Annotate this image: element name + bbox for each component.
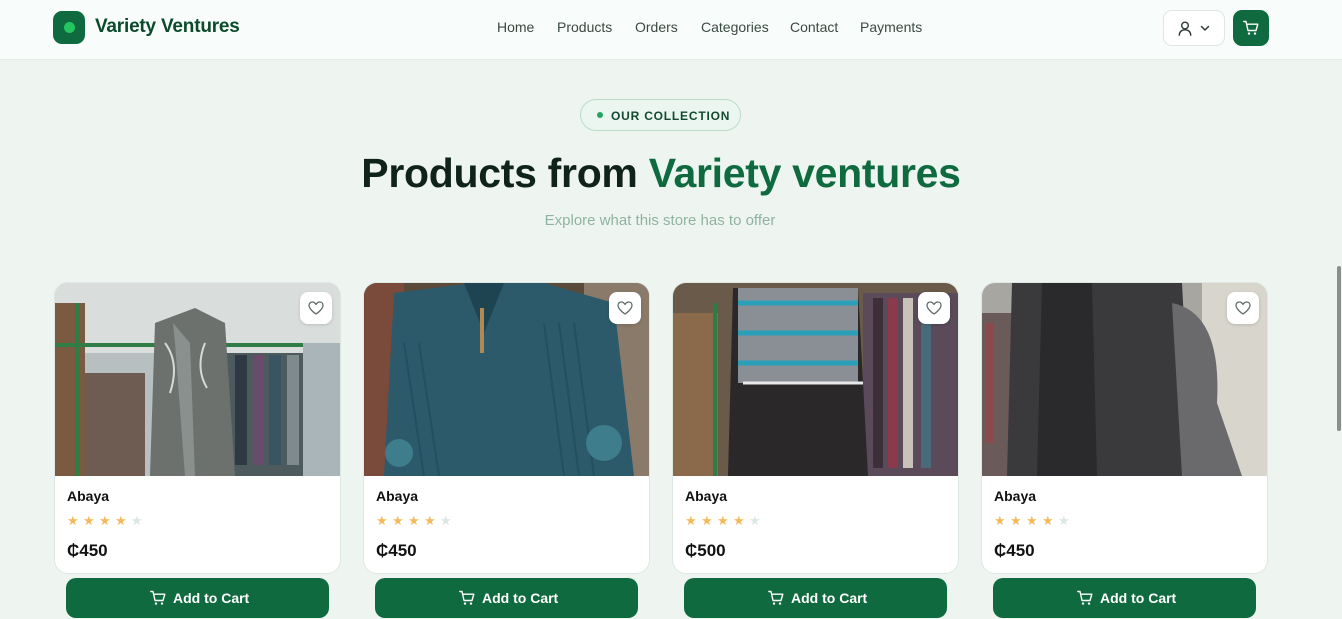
star-icon: ★ [392,513,404,528]
product-price: ₵450 [376,541,417,560]
add-to-cart-button[interactable]: Add to Cart [684,578,947,618]
page-subtitle: Explore what this store has to offer [544,212,776,229]
star-icon: ★ [1042,513,1054,528]
chevron-down-icon [1200,25,1210,31]
favorite-button[interactable] [300,292,332,324]
product-name[interactable]: Abaya [67,488,109,504]
cart-icon [150,590,166,605]
star-icon: ★ [701,513,713,528]
add-to-cart-label: Add to Cart [1100,590,1177,606]
user-icon [1178,21,1192,36]
star-icon: ★ [131,513,143,528]
product-price: ₵450 [67,541,108,560]
nav-orders[interactable]: Orders [635,19,678,35]
collection-badge: OUR COLLECTION [580,99,741,131]
add-to-cart-button[interactable]: Add to Cart [993,578,1256,618]
cart-icon [459,590,475,605]
product-image[interactable] [673,283,958,476]
product-card[interactable]: Abaya ★ ★ ★ ★ ★ ₵450 [363,282,650,574]
star-icon: ★ [1010,513,1022,528]
star-icon: ★ [408,513,420,528]
add-to-cart-label: Add to Cart [173,590,250,606]
add-to-cart-button[interactable]: Add to Cart [375,578,638,618]
nav-products[interactable]: Products [557,19,612,35]
cart-button[interactable] [1233,10,1269,46]
page-title: Products from Variety ventures [0,150,1322,197]
nav-payments[interactable]: Payments [860,19,922,35]
star-icon: ★ [115,513,127,528]
page-scrollbar[interactable] [1336,60,1342,619]
star-icon: ★ [83,513,95,528]
heart-icon [1235,301,1251,315]
product-image[interactable] [982,283,1267,476]
product-card[interactable]: Abaya ★ ★ ★ ★ ★ ₵450 [981,282,1268,574]
product-card[interactable]: Abaya ★ ★ ★ ★ ★ ₵500 [672,282,959,574]
star-icon: ★ [376,513,388,528]
star-icon: ★ [749,513,761,528]
star-icon: ★ [99,513,111,528]
cart-icon [1243,20,1259,35]
star-icon: ★ [994,513,1006,528]
add-to-cart-label: Add to Cart [791,590,868,606]
product-card[interactable]: Abaya ★ ★ ★ ★ ★ ₵450 [54,282,341,574]
star-icon: ★ [1058,513,1070,528]
star-icon: ★ [67,513,79,528]
add-to-cart-label: Add to Cart [482,590,559,606]
heart-icon [617,301,633,315]
product-name[interactable]: Abaya [994,488,1036,504]
nav-categories[interactable]: Categories [701,19,769,35]
star-icon: ★ [440,513,452,528]
product-image[interactable] [55,283,340,476]
cart-icon [1077,590,1093,605]
product-price: ₵450 [994,541,1035,560]
nav-contact[interactable]: Contact [790,19,838,35]
product-price: ₵500 [685,541,726,560]
product-name[interactable]: Abaya [685,488,727,504]
favorite-button[interactable] [918,292,950,324]
top-header: Variety Ventures Home Products Orders Ca… [0,0,1342,60]
star-icon: ★ [733,513,745,528]
title-accent: Variety ventures [648,150,961,196]
product-image[interactable] [364,283,649,476]
account-menu-button[interactable] [1163,10,1225,46]
star-icon: ★ [1026,513,1038,528]
star-icon: ★ [424,513,436,528]
badge-label: OUR COLLECTION [611,109,731,123]
add-to-cart-button[interactable]: Add to Cart [66,578,329,618]
scrollbar-thumb[interactable] [1337,266,1341,431]
title-prefix: Products from [361,150,649,196]
product-name[interactable]: Abaya [376,488,418,504]
cart-icon [768,590,784,605]
star-icon: ★ [685,513,697,528]
favorite-button[interactable] [1227,292,1259,324]
main-nav: Home Products Orders Categories Contact … [0,19,1342,39]
star-icon: ★ [717,513,729,528]
heart-icon [926,301,942,315]
favorite-button[interactable] [609,292,641,324]
badge-dot [597,112,603,118]
nav-home[interactable]: Home [497,19,534,35]
heart-icon [308,301,324,315]
